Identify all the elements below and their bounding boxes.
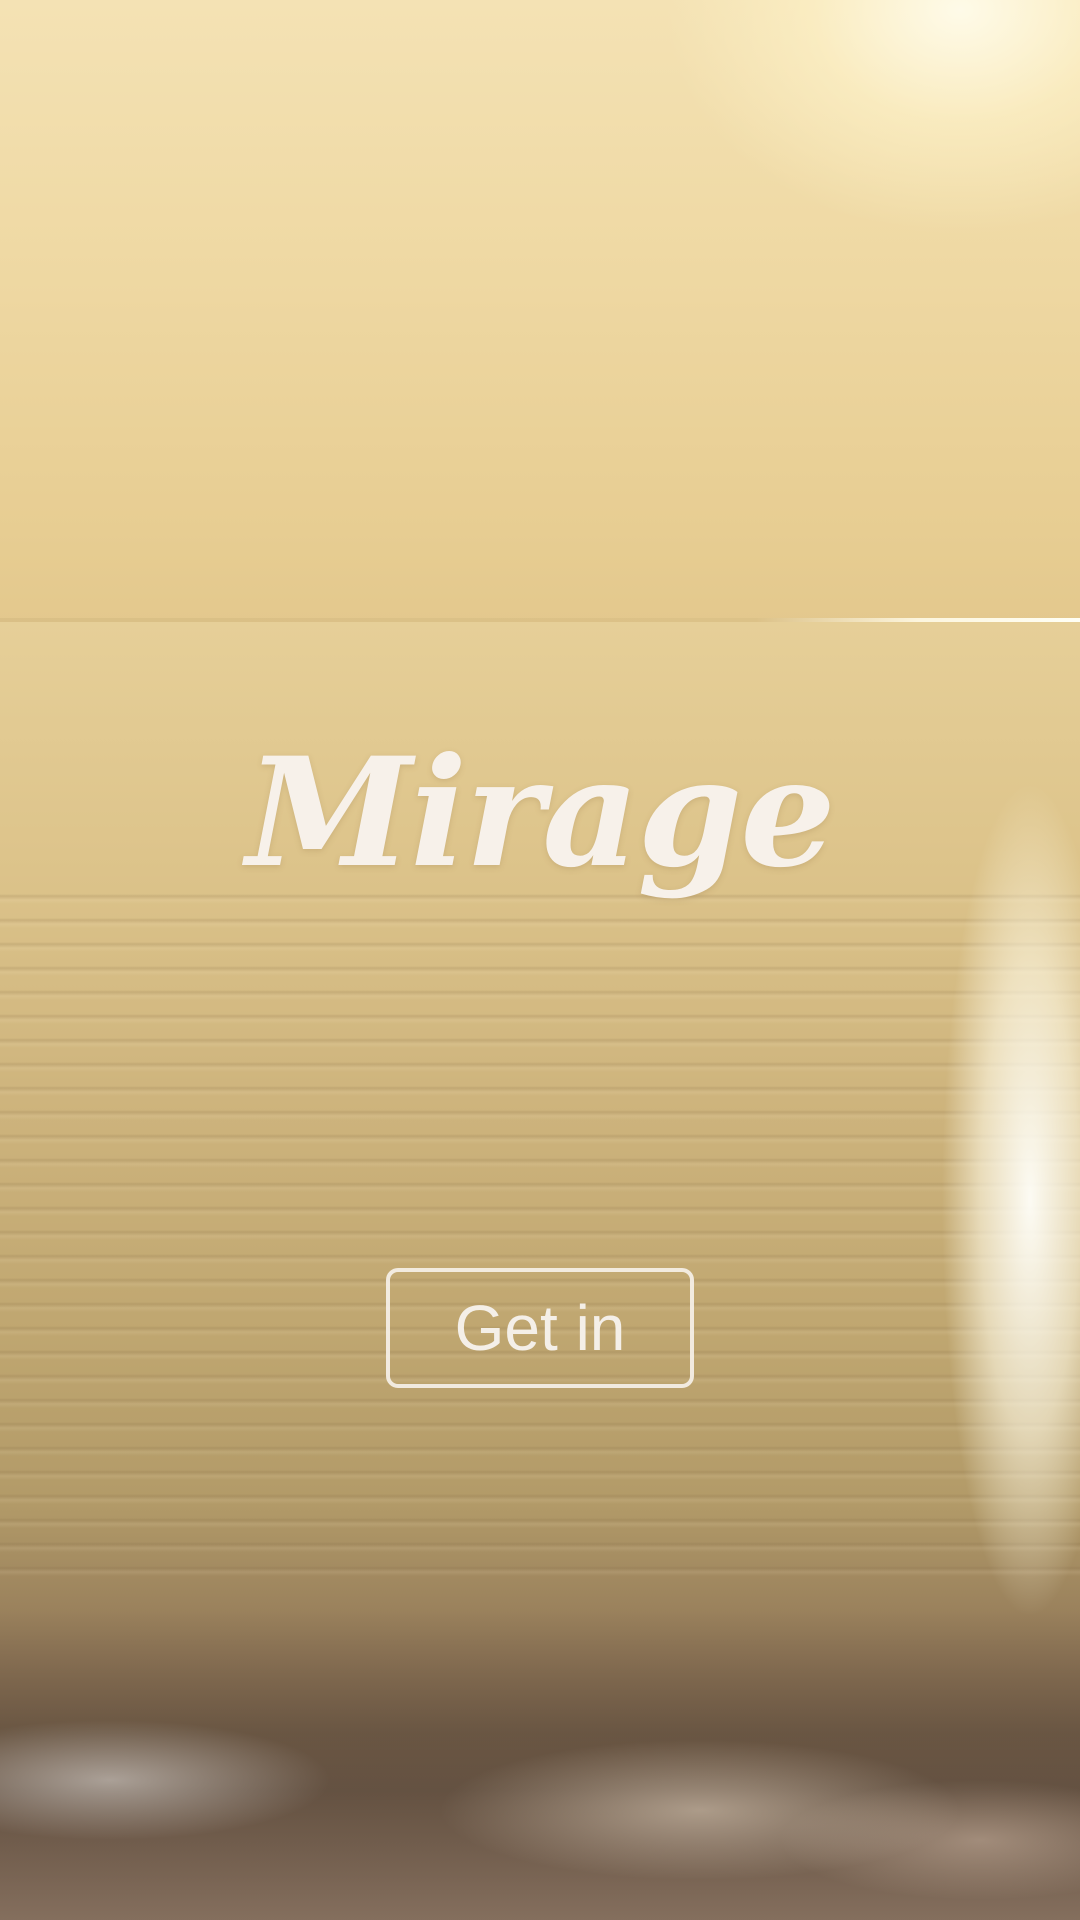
sky: [0, 0, 1080, 625]
wave-foam: [0, 1610, 1080, 1920]
background-sea-image: [0, 0, 1080, 1920]
get-in-button[interactable]: Get in: [386, 1268, 694, 1388]
app-logo: Mirage: [246, 725, 836, 901]
